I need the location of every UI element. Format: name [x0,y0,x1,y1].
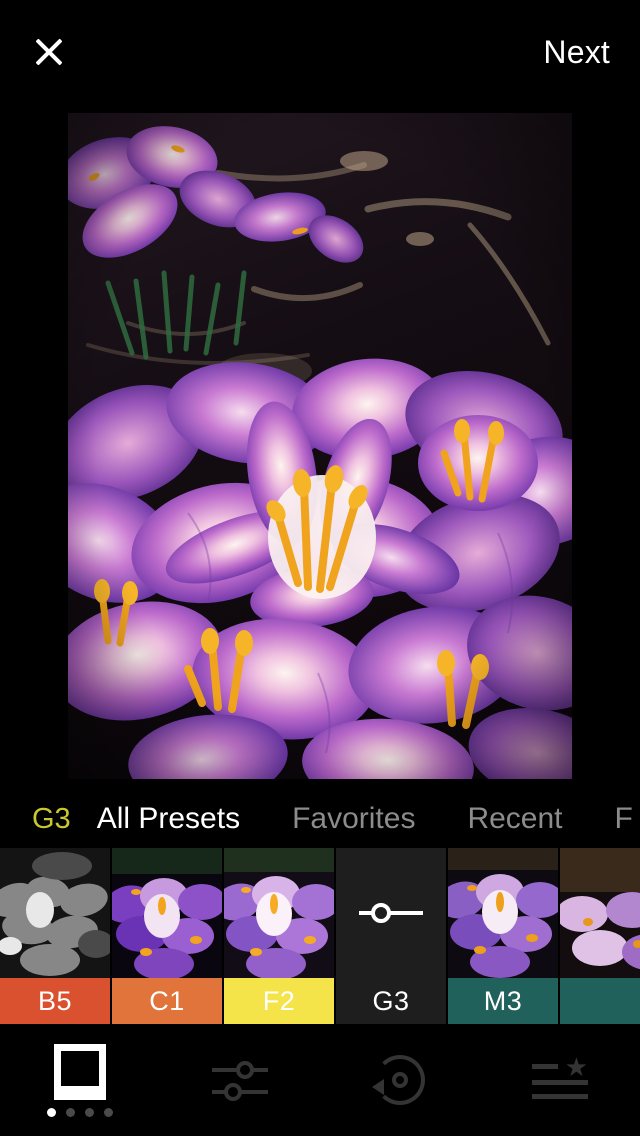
filters-polaroid-icon [54,1043,106,1100]
preset-category-tabs[interactable]: G3 All Presets Favorites Recent F [0,790,640,848]
undo-center-dot [392,1072,408,1088]
preset-thumb-image-f2 [224,848,334,978]
preset-label-m3: M3 [448,978,558,1024]
editor-screen: Next G3 All Presets Favorites Recent F B… [0,0,640,1136]
undo-arrow-head [372,1079,384,1095]
slider-knob[interactable] [371,903,391,923]
preset-thumbnail-c1 [112,848,222,978]
preset-thumbnail-b5 [0,848,110,978]
slider-handle-icon[interactable] [359,903,423,923]
photo-preview[interactable] [68,113,572,779]
preset-thumbnail-f2 [224,848,334,978]
preset-label-f2: F2 [224,978,334,1024]
page-dot-2 [66,1107,75,1117]
preset-thumbnail-partial [560,848,640,978]
preset-label-g3: G3 [336,978,446,1024]
slider-circle-bottom [224,1083,242,1101]
preset-tile-f2[interactable]: F2 [224,848,334,1024]
tab-favorites[interactable]: Favorites [292,802,415,836]
nav-adjustments[interactable] [160,1024,320,1136]
preset-tile-partial[interactable] [560,848,640,1024]
list-line-1 [532,1064,558,1069]
photo-image [68,113,572,779]
preset-label-b5: B5 [0,978,110,1024]
preset-thumb-image-m3 [448,848,558,978]
bottom-toolbar: ★ [0,1024,640,1136]
polaroid-inner [61,1050,99,1086]
next-button[interactable]: Next [539,28,614,77]
adjustments-sliders-icon [212,1058,268,1102]
preset-thumb-image-c1 [112,848,222,978]
page-indicator-dots [47,1107,113,1117]
preset-label-c1: C1 [112,978,222,1024]
close-icon[interactable] [26,29,72,75]
preset-thumb-image-partial [560,848,640,978]
tab-recent[interactable]: Recent [467,802,562,836]
star-icon: ★ [564,1052,588,1082]
preset-strip[interactable]: B5 C1 F2 G3 M3 [0,848,640,1024]
top-bar: Next [0,0,640,104]
history-undo-icon [372,1055,425,1105]
tab-overflow-partial[interactable]: F [615,802,633,836]
tab-all-presets[interactable]: All Presets [97,802,240,836]
preset-tile-g3[interactable]: G3 [336,848,446,1024]
preset-adjust-slider[interactable] [336,848,446,978]
page-dot-4 [104,1107,113,1117]
preset-thumb-image-b5 [0,848,110,978]
preset-label-partial [560,978,640,1024]
nav-history[interactable] [320,1024,480,1136]
list-line-3 [532,1094,588,1099]
slider-circle-top [236,1061,254,1079]
presets-list-star-icon: ★ [532,1054,588,1102]
nav-filters[interactable] [0,1024,160,1136]
preset-tile-b5[interactable]: B5 [0,848,110,1024]
slider-track [359,911,423,915]
preset-tile-m3[interactable]: M3 [448,848,558,1024]
page-dot-3 [85,1107,94,1117]
preset-tile-c1[interactable]: C1 [112,848,222,1024]
nav-presets-list[interactable]: ★ [480,1024,640,1136]
tab-current-preset-code[interactable]: G3 [32,803,71,836]
preset-thumbnail-m3 [448,848,558,978]
page-dot-1 [47,1107,56,1117]
